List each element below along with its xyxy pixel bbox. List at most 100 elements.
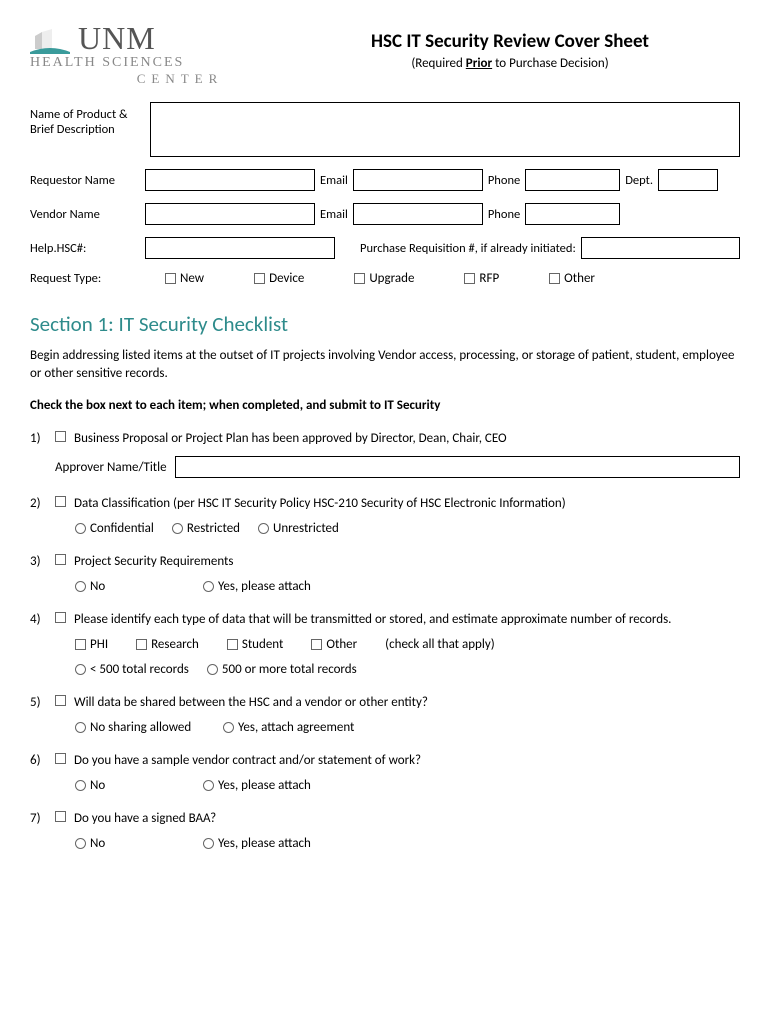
item-2-unrestricted-radio[interactable]	[258, 523, 269, 534]
purchase-req-label: Purchase Requisition #, if already initi…	[360, 241, 576, 256]
rt-new-checkbox[interactable]	[165, 273, 176, 284]
item-7-num: 7)	[30, 811, 55, 851]
logo-subtitle2: CENTER	[80, 71, 280, 87]
requestor-email-label: Email	[320, 173, 348, 188]
subtitle-pre: (Required	[411, 56, 465, 71]
logo-subtitle: HEALTH SCIENCES	[30, 55, 280, 71]
item-2-restricted-radio[interactable]	[172, 523, 183, 534]
rt-rfp-checkbox[interactable]	[464, 273, 475, 284]
item-4-research-label: Research	[151, 637, 199, 652]
rt-device-checkbox[interactable]	[254, 273, 265, 284]
logo-text: UNM	[78, 20, 156, 57]
rt-rfp-label: RFP	[479, 271, 499, 286]
item-4-research-checkbox[interactable]	[136, 639, 147, 650]
section1-instruct: Check the box next to each item; when co…	[30, 398, 740, 413]
subtitle-underline: Prior	[466, 56, 492, 71]
item-6-yes-label: Yes, please attach	[218, 778, 311, 793]
item-2: 2) Data Classification (per HSC IT Secur…	[30, 496, 740, 536]
item-4-lt500-radio[interactable]	[75, 664, 86, 675]
item-6-no-radio[interactable]	[75, 780, 86, 791]
help-hsc-field[interactable]	[145, 237, 335, 259]
requestor-dept-field[interactable]	[658, 169, 718, 191]
item-2-text: Data Classification (per HSC IT Security…	[74, 496, 566, 511]
item-4-student-checkbox[interactable]	[227, 639, 238, 650]
rt-other-label: Other	[564, 271, 595, 286]
item-4-phi-label: PHI	[90, 637, 108, 652]
approver-label: Approver Name/Title	[55, 460, 167, 475]
item-2-confidential-radio[interactable]	[75, 523, 86, 534]
section1-intro: Begin addressing listed items at the out…	[30, 347, 740, 383]
item-3-no-radio[interactable]	[75, 581, 86, 592]
item-4: 4) Please identify each type of data tha…	[30, 612, 740, 677]
requestor-phone-label: Phone	[488, 173, 520, 188]
approver-field[interactable]	[175, 456, 740, 478]
item-2-confidential-label: Confidential	[90, 521, 154, 536]
item-1-checkbox[interactable]	[55, 431, 66, 442]
item-5-text: Will data be shared between the HSC and …	[74, 695, 428, 710]
item-6: 6) Do you have a sample vendor contract …	[30, 753, 740, 793]
item-5-yes-label: Yes, attach agreement	[238, 720, 354, 735]
item-4-text: Please identify each type of data that w…	[74, 612, 671, 627]
item-3-checkbox[interactable]	[55, 554, 66, 565]
vendor-name-field[interactable]	[145, 203, 315, 225]
item-2-num: 2)	[30, 496, 55, 536]
vendor-label: Vendor Name	[30, 207, 140, 222]
requestor-phone-field[interactable]	[525, 169, 620, 191]
product-desc-row: Name of Product & Brief Description	[30, 102, 740, 157]
rt-other-checkbox[interactable]	[549, 273, 560, 284]
requestor-email-field[interactable]	[353, 169, 483, 191]
rt-upgrade-checkbox[interactable]	[354, 273, 365, 284]
request-type-row: Request Type: New Device Upgrade RFP Oth…	[30, 271, 740, 286]
item-4-phi-checkbox[interactable]	[75, 639, 86, 650]
item-4-student-label: Student	[242, 637, 284, 652]
logo-block: UNM HEALTH SCIENCES CENTER	[30, 20, 280, 87]
item-6-checkbox[interactable]	[55, 753, 66, 764]
item-5-checkbox[interactable]	[55, 695, 66, 706]
item-7-checkbox[interactable]	[55, 811, 66, 822]
item-3-no-label: No	[90, 579, 105, 594]
item-6-yes-radio[interactable]	[203, 780, 214, 791]
item-4-lt500-label: < 500 total records	[90, 662, 189, 677]
requestor-row: Requestor Name Email Phone Dept.	[30, 169, 740, 191]
item-4-other-checkbox[interactable]	[311, 639, 322, 650]
item-5-no-radio[interactable]	[75, 722, 86, 733]
item-5: 5) Will data be shared between the HSC a…	[30, 695, 740, 735]
item-6-no-label: No	[90, 778, 105, 793]
item-2-checkbox[interactable]	[55, 496, 66, 507]
header: UNM HEALTH SCIENCES CENTER HSC IT Securi…	[30, 20, 740, 87]
vendor-email-label: Email	[320, 207, 348, 222]
item-1: 1) Business Proposal or Project Plan has…	[30, 431, 740, 478]
item-6-text: Do you have a sample vendor contract and…	[74, 753, 421, 768]
requestor-label: Requestor Name	[30, 173, 140, 188]
help-hsc-row: Help.HSC#: Purchase Requisition #, if al…	[30, 237, 740, 259]
item-7-text: Do you have a signed BAA?	[74, 811, 216, 826]
item-3: 3) Project Security Requirements No Yes,…	[30, 554, 740, 594]
item-7-yes-radio[interactable]	[203, 838, 214, 849]
vendor-row: Vendor Name Email Phone	[30, 203, 740, 225]
vendor-email-field[interactable]	[353, 203, 483, 225]
requestor-dept-label: Dept.	[625, 173, 653, 188]
item-3-yes-label: Yes, please attach	[218, 579, 311, 594]
item-4-other-label: Other	[326, 637, 357, 652]
item-7-no-radio[interactable]	[75, 838, 86, 849]
item-5-no-label: No sharing allowed	[90, 720, 191, 735]
vendor-phone-field[interactable]	[525, 203, 620, 225]
rt-new-label: New	[180, 271, 204, 286]
item-4-gte500-radio[interactable]	[207, 664, 218, 675]
purchase-req-field[interactable]	[581, 237, 740, 259]
item-1-num: 1)	[30, 431, 55, 478]
item-4-checkbox[interactable]	[55, 612, 66, 623]
page-subtitle: (Required Prior to Purchase Decision)	[280, 56, 740, 71]
requestor-name-field[interactable]	[145, 169, 315, 191]
item-4-gte500-label: 500 or more total records	[222, 662, 357, 677]
item-5-num: 5)	[30, 695, 55, 735]
item-2-unrestricted-label: Unrestricted	[273, 521, 339, 536]
item-1-text: Business Proposal or Project Plan has be…	[74, 431, 507, 446]
item-7: 7) Do you have a signed BAA? No Yes, ple…	[30, 811, 740, 851]
item-5-yes-radio[interactable]	[223, 722, 234, 733]
item-7-no-label: No	[90, 836, 105, 851]
item-3-yes-radio[interactable]	[203, 581, 214, 592]
product-desc-field[interactable]	[150, 102, 740, 157]
page-title: HSC IT Security Review Cover Sheet	[280, 30, 740, 53]
building-icon	[30, 24, 70, 54]
